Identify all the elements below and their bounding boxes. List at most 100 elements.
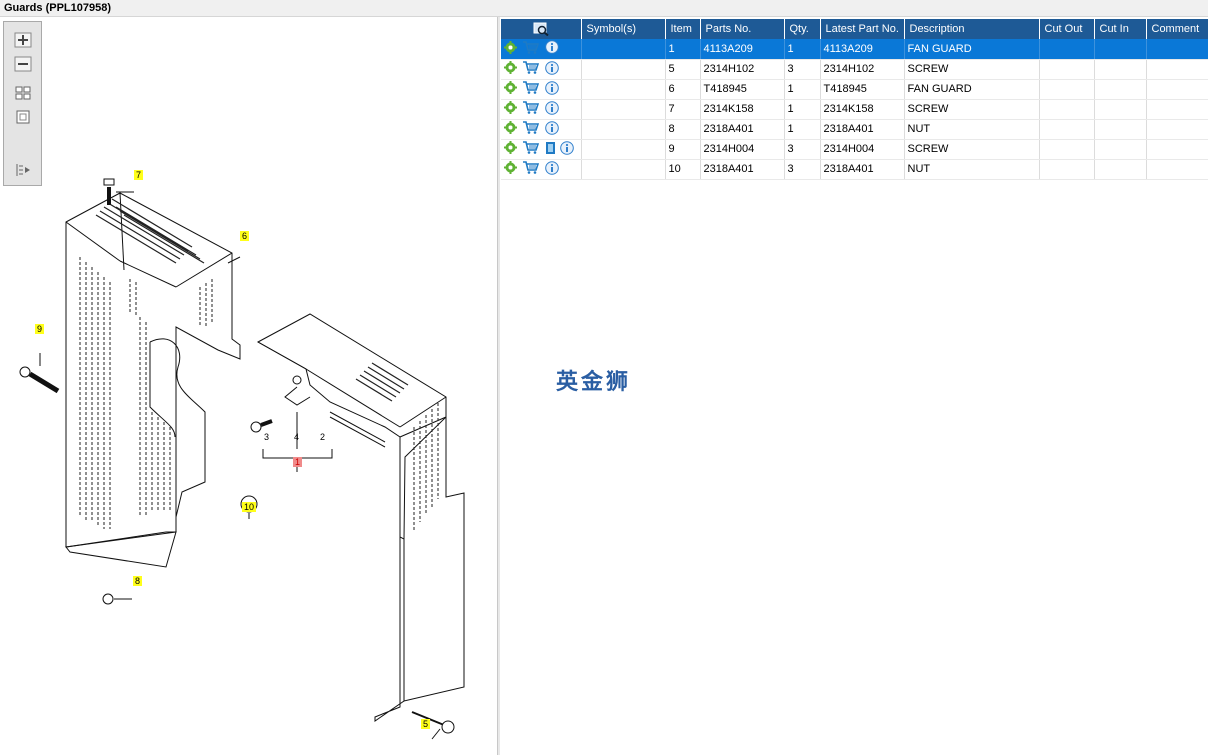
cell-symbols [581, 59, 666, 80]
magnifier-icon [533, 22, 549, 37]
cart-icon[interactable] [523, 40, 540, 57]
callout-5[interactable]: 5 [421, 719, 431, 729]
cell-cut-in [1094, 139, 1147, 160]
cell-cut-out [1039, 39, 1095, 60]
cell-description: FAN GUARD [904, 39, 1040, 60]
cart-icon[interactable] [523, 141, 540, 157]
table-row[interactable]: 7 2314K158 1 2314K158 SCREW [501, 99, 1208, 120]
cell-parts-no: 2318A401 [700, 159, 785, 180]
cell-qty: 1 [784, 99, 821, 120]
fit-all-button[interactable] [13, 84, 33, 102]
info-icon[interactable] [560, 140, 574, 158]
info-icon[interactable] [545, 40, 559, 57]
cell-item: 5 [665, 59, 701, 80]
info-icon[interactable] [545, 60, 559, 78]
row-icons-cell [501, 99, 582, 120]
gear-icon[interactable] [504, 61, 517, 77]
callout-9[interactable]: 9 [35, 324, 45, 334]
callout-7[interactable]: 7 [134, 170, 144, 180]
cell-parts-no: 2314H004 [700, 139, 785, 160]
watermark-text: 英金狮 [556, 370, 632, 395]
gear-icon[interactable] [504, 81, 517, 97]
callout-6[interactable]: 6 [240, 231, 250, 241]
table-row[interactable]: 5 2314H102 3 2314H102 SCREW [501, 59, 1208, 80]
cell-cut-in [1094, 119, 1147, 140]
cell-cut-in [1094, 79, 1147, 100]
list-arrow-icon [16, 164, 30, 176]
gear-icon[interactable] [504, 121, 517, 137]
callout-1[interactable]: 1 [293, 457, 303, 467]
zoom-out-button[interactable] [13, 55, 33, 73]
cell-description: NUT [904, 119, 1040, 140]
cell-cut-out [1039, 159, 1095, 180]
toggle-list-button[interactable] [13, 161, 33, 179]
cell-cut-in [1094, 159, 1147, 180]
table-row[interactable]: 10 2318A401 3 2318A401 NUT [501, 159, 1208, 180]
cell-qty: 1 [784, 119, 821, 140]
cell-latest-part-no: 4113A209 [820, 39, 905, 60]
column-header-item[interactable]: Item [665, 19, 701, 39]
cell-parts-no: 2314H102 [700, 59, 785, 80]
zoom-in-icon [14, 32, 32, 48]
table-row[interactable]: 9 2314H004 3 2314H004 SCREW [501, 139, 1208, 160]
zoom-in-button[interactable] [13, 31, 33, 49]
cell-latest-part-no: 2318A401 [820, 159, 905, 180]
fit-window-button[interactable] [13, 108, 33, 126]
info-icon[interactable] [545, 120, 559, 138]
cell-latest-part-no: 2318A401 [820, 119, 905, 140]
column-header-qty[interactable]: Qty. [784, 19, 821, 39]
column-header-cut-out[interactable]: Cut Out [1039, 19, 1095, 39]
cell-qty: 3 [784, 59, 821, 80]
cart-icon[interactable] [523, 81, 540, 97]
table-row[interactable]: 1 4113A209 1 4113A209 FAN GUARD [501, 39, 1208, 60]
cell-description: SCREW [904, 99, 1040, 120]
info-icon[interactable] [545, 100, 559, 118]
document-icon[interactable] [545, 141, 557, 158]
cell-comment [1146, 139, 1208, 160]
column-header-description[interactable]: Description [904, 19, 1040, 39]
row-icons-cell [501, 139, 582, 160]
column-header-latest-part-no[interactable]: Latest Part No. [820, 19, 905, 39]
cart-icon[interactable] [523, 121, 540, 137]
gear-icon[interactable] [504, 40, 517, 57]
table-row[interactable]: 8 2318A401 1 2318A401 NUT [501, 119, 1208, 140]
cell-cut-in [1094, 99, 1147, 120]
cell-item: 6 [665, 79, 701, 100]
cell-item: 1 [665, 39, 701, 60]
row-icons-cell [501, 59, 582, 80]
column-header-comment[interactable]: Comment [1146, 19, 1208, 39]
cell-comment [1146, 39, 1208, 60]
table-header-row: Symbol(s) Item Parts No. Qty. Latest Par… [501, 19, 1208, 39]
drawing-pane[interactable]: 7 6 9 10 8 5 1 3 4 2 [0, 17, 497, 755]
gear-icon[interactable] [504, 141, 517, 157]
grid-icon [15, 86, 31, 100]
cell-qty: 3 [784, 139, 821, 160]
cell-cut-out [1039, 139, 1095, 160]
cell-parts-no: 2318A401 [700, 119, 785, 140]
callout-10[interactable]: 10 [242, 502, 257, 512]
table-row[interactable]: 6 T418945 1 T418945 FAN GUARD [501, 79, 1208, 100]
cell-cut-out [1039, 59, 1095, 80]
cart-icon[interactable] [523, 61, 540, 77]
info-icon[interactable] [545, 80, 559, 98]
cell-symbols [581, 79, 666, 100]
cell-symbols [581, 119, 666, 140]
info-icon[interactable] [545, 160, 559, 178]
callout-8[interactable]: 8 [133, 576, 143, 586]
cart-icon[interactable] [523, 161, 540, 177]
column-header-parts-no[interactable]: Parts No. [700, 19, 785, 39]
column-header-symbols[interactable]: Symbol(s) [581, 19, 666, 39]
gear-icon[interactable] [504, 161, 517, 177]
row-icons-cell [501, 39, 582, 60]
cell-qty: 1 [784, 79, 821, 100]
cell-item: 10 [665, 159, 701, 180]
gear-icon[interactable] [504, 101, 517, 117]
row-icons-cell [501, 159, 582, 180]
cart-icon[interactable] [523, 101, 540, 117]
row-icons-cell [501, 79, 582, 100]
column-header-cut-in[interactable]: Cut In [1094, 19, 1147, 39]
zoom-out-icon [14, 56, 32, 72]
cell-qty: 1 [784, 39, 821, 60]
column-header-filter[interactable] [501, 19, 582, 39]
cell-item: 8 [665, 119, 701, 140]
